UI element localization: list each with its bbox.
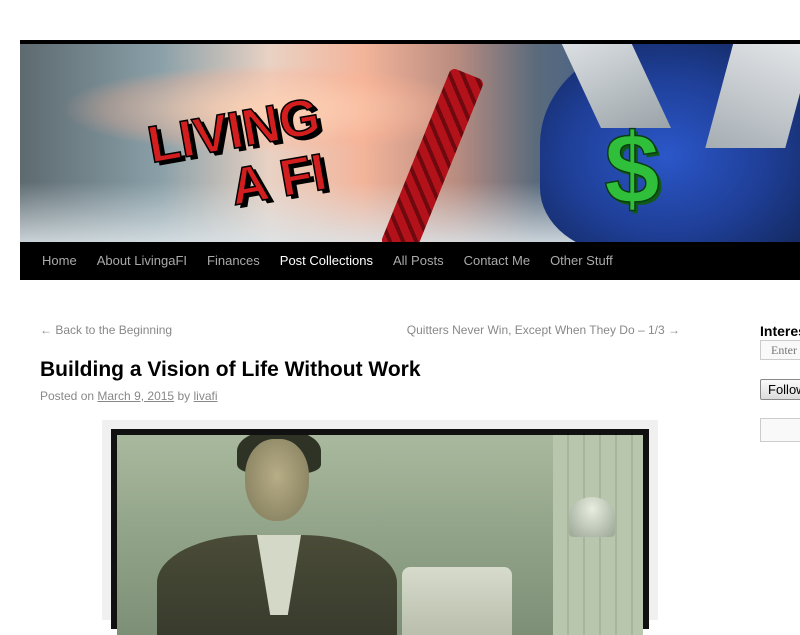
post-date-link[interactable]: March 9, 2015 — [97, 389, 174, 403]
follow-button[interactable]: Follow — [760, 379, 800, 400]
nav-item-about[interactable]: About LivingaFI — [87, 242, 197, 280]
nav-item-other-stuff[interactable]: Other Stuff — [540, 242, 623, 280]
office-scene-photo — [117, 435, 643, 635]
featured-image-frame — [111, 429, 649, 635]
post-title[interactable]: Building a Vision of Life Without Work — [40, 358, 421, 382]
nav-item-contact[interactable]: Contact Me — [454, 242, 540, 280]
follow-widget-title: Interested — [760, 323, 800, 339]
dollar-glyph: $ — [604, 114, 660, 224]
nav-item-all-posts[interactable]: All Posts — [383, 242, 454, 280]
post-navigation: ← Back to the Beginning Quitters Never W… — [40, 316, 680, 344]
author-link[interactable]: livafi — [193, 389, 217, 403]
scene-lamp — [569, 497, 615, 537]
nav-item-post-collections[interactable]: Post Collections — [270, 242, 383, 280]
previous-post-link[interactable]: ← Back to the Beginning — [40, 323, 172, 337]
page-wrapper: LIVING LIVING A FI A FI $ $ Home About L… — [20, 0, 800, 635]
dollar-sign-icon: $ $ — [603, 114, 662, 224]
nav-item-finances[interactable]: Finances — [197, 242, 270, 280]
search-input[interactable] — [760, 418, 800, 442]
main-nav: Home About LivingaFI Finances Post Colle… — [20, 242, 800, 280]
nav-item-home[interactable]: Home — [32, 242, 87, 280]
header-banner[interactable]: LIVING LIVING A FI A FI $ $ — [20, 40, 800, 242]
featured-image[interactable] — [102, 420, 658, 635]
post-meta: Posted on March 9, 2015 by livafi — [40, 389, 218, 403]
scene-face — [245, 439, 309, 521]
post-content: ← Back to the Beginning Quitters Never W… — [40, 316, 680, 635]
scene-monitor — [402, 567, 512, 635]
posted-on-label: Posted on — [40, 389, 95, 403]
by-label: by — [177, 389, 191, 403]
next-post-link[interactable]: Quitters Never Win, Except When They Do … — [407, 323, 680, 337]
email-field[interactable]: Enter your — [760, 340, 800, 360]
site-logo[interactable]: LIVING LIVING A FI A FI — [140, 84, 400, 214]
